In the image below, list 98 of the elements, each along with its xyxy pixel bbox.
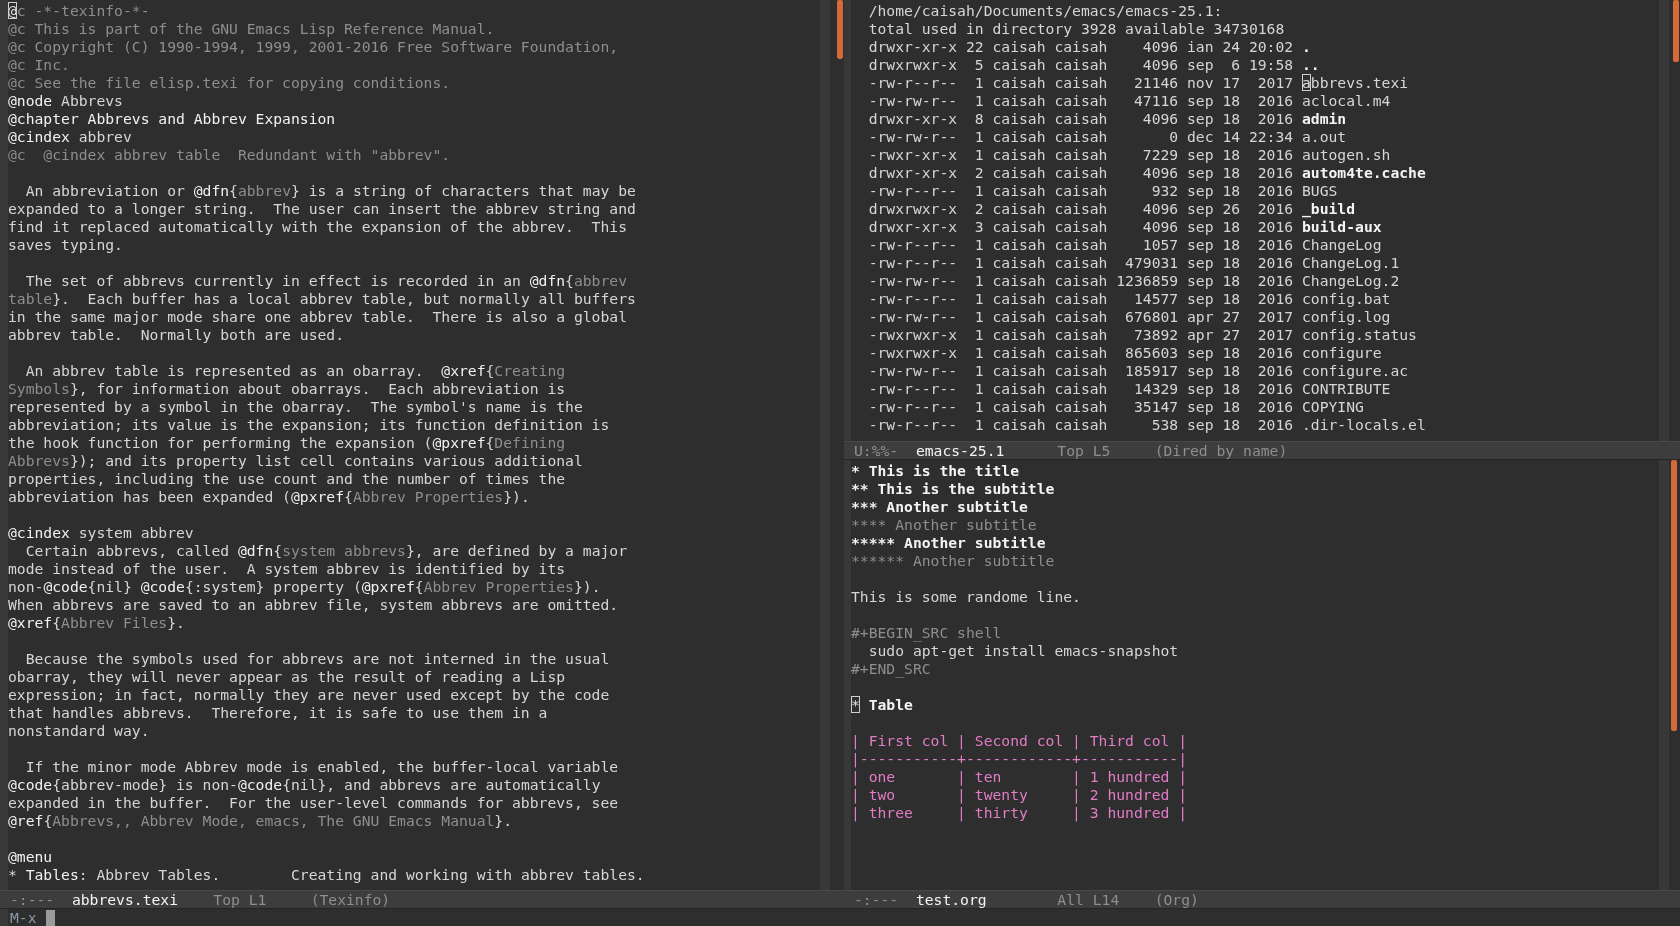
listing-line: -rw-rw-r-- 1 caisah caisah 1236859 sep 18 2016 ChangeLog.2	[867, 272, 1400, 290]
text-line: table}. Each buffer has a local abbrev table, but normally all buffers	[8, 290, 636, 308]
listing-line: drwxr-xr-x 3 caisah caisah 4096 sep 18 2016 build-aux	[867, 218, 1382, 236]
scroll-thumb[interactable]	[1673, 0, 1679, 62]
text-line: If the minor mode Abbrev mode is enabled, the buffer-local variable	[24, 758, 619, 776]
text-line: **** Another subtitle	[851, 516, 1037, 534]
text-line: |-----------+------------+-----------|	[851, 750, 1188, 768]
text-line: expanded to a longer string. The user can insert the abbrev string and	[8, 200, 636, 218]
text-line: @menu	[8, 848, 53, 866]
listing-line: -rwxr-xr-x 1 caisah caisah 7229 sep 18 2016 autogen.sh	[867, 146, 1391, 164]
listing-line: -rw-r--r-- 1 caisah caisah 479031 sep 18 2016 ChangeLog.1	[867, 254, 1400, 272]
text-line: | First col | Second col | Third col |	[851, 732, 1188, 750]
listing-line: total used in directory 3928 available 34730168	[867, 20, 1285, 38]
text-line: sudo apt-get install emacs-snapshot	[867, 642, 1179, 660]
major-mode: (Dired by name)	[1154, 442, 1288, 459]
listing-line: drwxr-xr-x 8 caisah caisah 4096 sep 18 2016 admin	[867, 110, 1347, 128]
text-line: ****** Another subtitle	[851, 552, 1055, 570]
text-line: @node Abbrevs	[8, 92, 123, 110]
buffer-position: Top L5	[1057, 442, 1112, 459]
text-line: @c @cindex abbrev table Redundant with "abbrev".	[8, 146, 451, 164]
listing-line: drwxr-xr-x 22 caisah caisah 4096 ian 24 20:02 .	[867, 38, 1311, 56]
text-line: The set of abbrevs currently in effect is recorded in an @dfn{abbrev	[24, 272, 627, 290]
text-line: in the same major mode share one abbrev table. There is also a global	[8, 308, 627, 326]
text-line: find it replaced automatically with the expansion of the abbrev. This	[8, 218, 627, 236]
text-line: @ref{Abbrevs,, Abbrev Mode, emacs, The GNU Emacs Manual}.	[8, 812, 513, 830]
text-line: Abbrevs}); and its property list cell contains various additional	[8, 452, 583, 470]
text-line: An abbreviation or @dfn{abbrev} is a string of characters that may be	[24, 182, 636, 200]
listing-line: -rw-r--r-- 1 caisah caisah 932 sep 18 2016 BUGS	[867, 182, 1338, 200]
text-line: ** This is the subtitle	[851, 480, 1055, 498]
buffer-name: emacs-25.1	[915, 442, 1006, 459]
listing-line: drwxrwxr-x 5 caisah caisah 4096 sep 6 19:58 ..	[867, 56, 1320, 74]
text-line: Symbols}, for information about obarrays. Each abbreviation is	[8, 380, 566, 398]
listing-line: -rw-rw-r-- 1 caisah caisah 0 dec 14 22:34 a.out	[867, 128, 1347, 146]
text-line: @chapter Abbrevs and Abbrev Expansion	[8, 110, 336, 128]
buffer-position: Top L1	[213, 891, 268, 908]
listing-line: -rw-r--r-- 1 caisah caisah 538 sep 18 2016 .dir-locals.el	[867, 416, 1426, 434]
scroll-thumb[interactable]	[1671, 460, 1677, 731]
text-cursor	[45, 909, 55, 926]
text-line: mode instead of the user. A system abbrev is identified by its	[8, 560, 566, 578]
listing-line: -rw-r--r-- 1 caisah caisah 14329 sep 18 2016 CONTRIBUTE	[867, 380, 1391, 398]
text-line: * Tables: Abbrev Tables. Creating and working with abbrev tables.	[8, 866, 645, 884]
text-line: @xref{Abbrev Files}.	[8, 614, 185, 632]
text-line: When abbrevs are saved to an abbrev file, system abbrevs are omitted.	[8, 596, 619, 614]
text-line: obarray, they will never appear as the result of reading a Lisp	[8, 668, 566, 686]
text-line: | three | thirty | 3 hundred |	[851, 804, 1188, 822]
listing-line: -rwxrwxr-x 1 caisah caisah 865603 sep 18 2016 configure	[867, 344, 1382, 362]
text-line: the hook function for performing the expansion (@pxref{Defining	[8, 434, 566, 452]
text-line: This is some randome line.	[851, 588, 1081, 606]
text-line: An abbrev table is represented as an obarray. @xref{Creating	[24, 362, 566, 380]
text-line: non-@code{nil} @code{:system} property (@pxref{Abbrev Properties}).	[8, 578, 601, 596]
listing-line: -rw-rw-r-- 1 caisah caisah 185917 sep 18 2016 configure.ac	[867, 362, 1409, 380]
listing-line: -rw-r--r-- 1 caisah caisah 1057 sep 18 2016 ChangeLog	[867, 236, 1382, 254]
text-line: abbrev table. Normally both are used.	[8, 326, 345, 344]
modified-status: -:---	[854, 891, 900, 908]
text-line: Because the symbols used for abbrevs are not interned in the usual	[24, 650, 610, 668]
text-line: @c This is part of the GNU Emacs Lisp Reference Manual.	[8, 20, 495, 38]
listing-line: -rw-r--r-- 1 caisah caisah 35147 sep 18 2016 COPYING	[867, 398, 1364, 416]
buffer-name: abbrevs.texi	[71, 891, 179, 908]
text-line: @cindex system abbrev	[8, 524, 194, 542]
text-line: | one | ten | 1 hundred |	[851, 768, 1188, 786]
listing-line: -rw-r--r-- 1 caisah caisah 14577 sep 18 2016 config.bat	[867, 290, 1391, 308]
listing-line: drwxrwxr-x 2 caisah caisah 4096 sep 26 2016 _build	[867, 200, 1356, 218]
listing-line: -rw-rw-r-- 1 caisah caisah 676801 apr 27 2017 config.log	[867, 308, 1391, 326]
modified-status: -:---	[10, 891, 56, 908]
text-line: that handles abbrevs. Therefore, it is safe to use them in a	[8, 704, 548, 722]
listing-line: -rwxrwxr-x 1 caisah caisah 73892 apr 27 2017 config.status	[867, 326, 1417, 344]
text-line: ***** Another subtitle	[851, 534, 1046, 552]
modified-status: U:%%-	[854, 442, 900, 459]
listing-line: drwxr-xr-x 2 caisah caisah 4096 sep 18 2016 autom4te.cache	[867, 164, 1426, 182]
text-line: | two | twenty | 2 hundred |	[851, 786, 1188, 804]
text-line: saves typing.	[8, 236, 123, 254]
text-line: expanded in the buffer. For the user-level commands for abbrevs, see	[8, 794, 619, 812]
text-line: expression; in fact, normally they are never used except by the code	[8, 686, 610, 704]
text-line: @cindex abbrev	[8, 128, 132, 146]
minibuffer-prompt[interactable]: M-x	[10, 909, 37, 926]
text-line: #+BEGIN_SRC shell	[851, 624, 1002, 642]
text-line: @c Copyright (C) 1990-1994, 1999, 2001-2016 Free Software Foundation,	[8, 38, 619, 56]
text-line: abbreviation; its value is the expansion; its function definition is	[8, 416, 610, 434]
text-line: nonstandard way.	[8, 722, 150, 740]
text-line: #+END_SRC	[851, 660, 931, 678]
major-mode: (Texinfo)	[310, 891, 391, 908]
text-line: @c Inc.	[8, 56, 70, 74]
listing-line: -rw-r--r-- 1 caisah caisah 21146 nov 17 2017 abbrevs.texi	[867, 74, 1409, 92]
buffer-name: test.org	[915, 891, 988, 908]
text-line: Certain abbrevs, called @dfn{system abbrevs}, are defined by a major	[24, 542, 627, 560]
scroll-thumb[interactable]	[837, 0, 843, 59]
text-line: @c See the file elisp.texi for copying conditions.	[8, 74, 451, 92]
text-line: * This is the title	[851, 462, 1019, 480]
text-line: @code{abbrev-mode} is non-@code{nil}, and abbrevs are automatically	[8, 776, 601, 794]
text-line: represented by a symbol in the obarray. The symbol's name is the	[8, 398, 583, 416]
text-line: properties, including the use count and the number of times the	[8, 470, 566, 488]
major-mode: (Org)	[1154, 891, 1199, 908]
text-line: * Table	[851, 696, 913, 714]
listing-line: /home/caisah/Documents/emacs/emacs-25.1:	[867, 2, 1223, 20]
listing-line: -rw-rw-r-- 1 caisah caisah 47116 sep 18 2016 aclocal.m4	[867, 92, 1391, 110]
text-line: *** Another subtitle	[851, 498, 1028, 516]
buffer-position: All L14	[1057, 891, 1121, 908]
text-line: abbreviation has been expanded (@pxref{Abbrev Properties}).	[8, 488, 530, 506]
